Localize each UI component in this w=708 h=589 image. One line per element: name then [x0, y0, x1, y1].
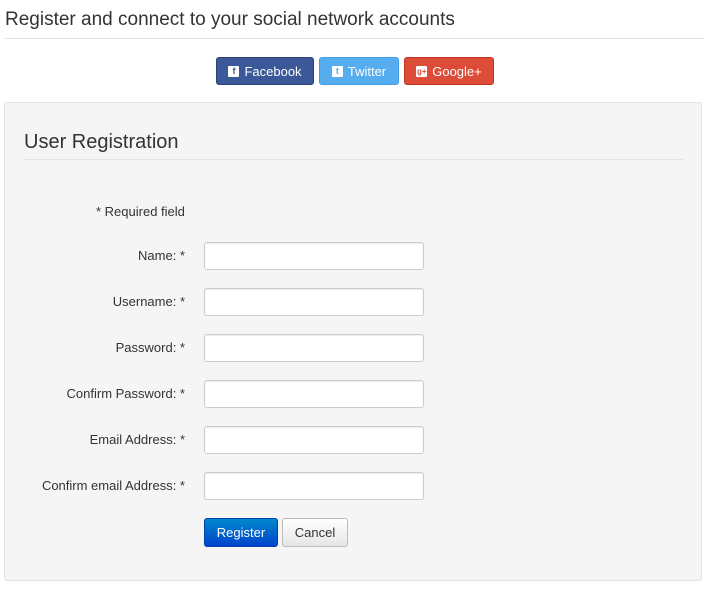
- title-divider: [4, 38, 704, 39]
- name-label: Name: *: [138, 248, 185, 263]
- confirm-email-label: Confirm email Address: *: [41, 478, 185, 493]
- facebook-button-label: Facebook: [244, 63, 302, 79]
- email-row: Email Address: *: [5, 426, 703, 454]
- twitter-icon: t: [331, 65, 343, 77]
- name-input[interactable]: [204, 242, 424, 270]
- google-plus-button[interactable]: g+ Google+: [404, 57, 494, 85]
- username-input[interactable]: [204, 288, 424, 316]
- confirm-password-input[interactable]: [204, 380, 424, 408]
- confirm-password-label: Confirm Password: *: [66, 386, 185, 401]
- username-row: Username: *: [5, 288, 703, 316]
- password-row: Password: *: [5, 334, 703, 362]
- facebook-button[interactable]: f Facebook: [216, 57, 314, 85]
- confirm-email-row: Confirm email Address: *: [5, 472, 703, 500]
- required-field-note: * Required field: [96, 204, 185, 219]
- email-input[interactable]: [204, 426, 424, 454]
- google-plus-button-label: Google+: [432, 63, 482, 79]
- register-button[interactable]: Register: [204, 518, 278, 547]
- form-title-divider: [24, 159, 684, 160]
- page-title: Register and connect to your social netw…: [5, 9, 455, 30]
- email-label: Email Address: *: [89, 432, 185, 447]
- social-login-bar: f Facebook t Twitter g+ Google+: [216, 57, 494, 85]
- page: Register and connect to your social netw…: [0, 0, 708, 589]
- confirm-password-row: Confirm Password: *: [5, 380, 703, 408]
- cancel-button[interactable]: Cancel: [282, 518, 348, 547]
- password-input[interactable]: [204, 334, 424, 362]
- twitter-button[interactable]: t Twitter: [319, 57, 399, 85]
- form-title: User Registration: [24, 131, 179, 153]
- twitter-button-label: Twitter: [347, 63, 387, 79]
- google-plus-icon: g+: [416, 65, 428, 77]
- facebook-icon: f: [228, 65, 240, 77]
- registration-panel: User Registration * Required field Name:…: [4, 102, 702, 581]
- username-label: Username: *: [112, 294, 185, 309]
- name-row: Name: *: [5, 242, 703, 270]
- confirm-email-input[interactable]: [204, 472, 424, 500]
- password-label: Password: *: [115, 340, 185, 355]
